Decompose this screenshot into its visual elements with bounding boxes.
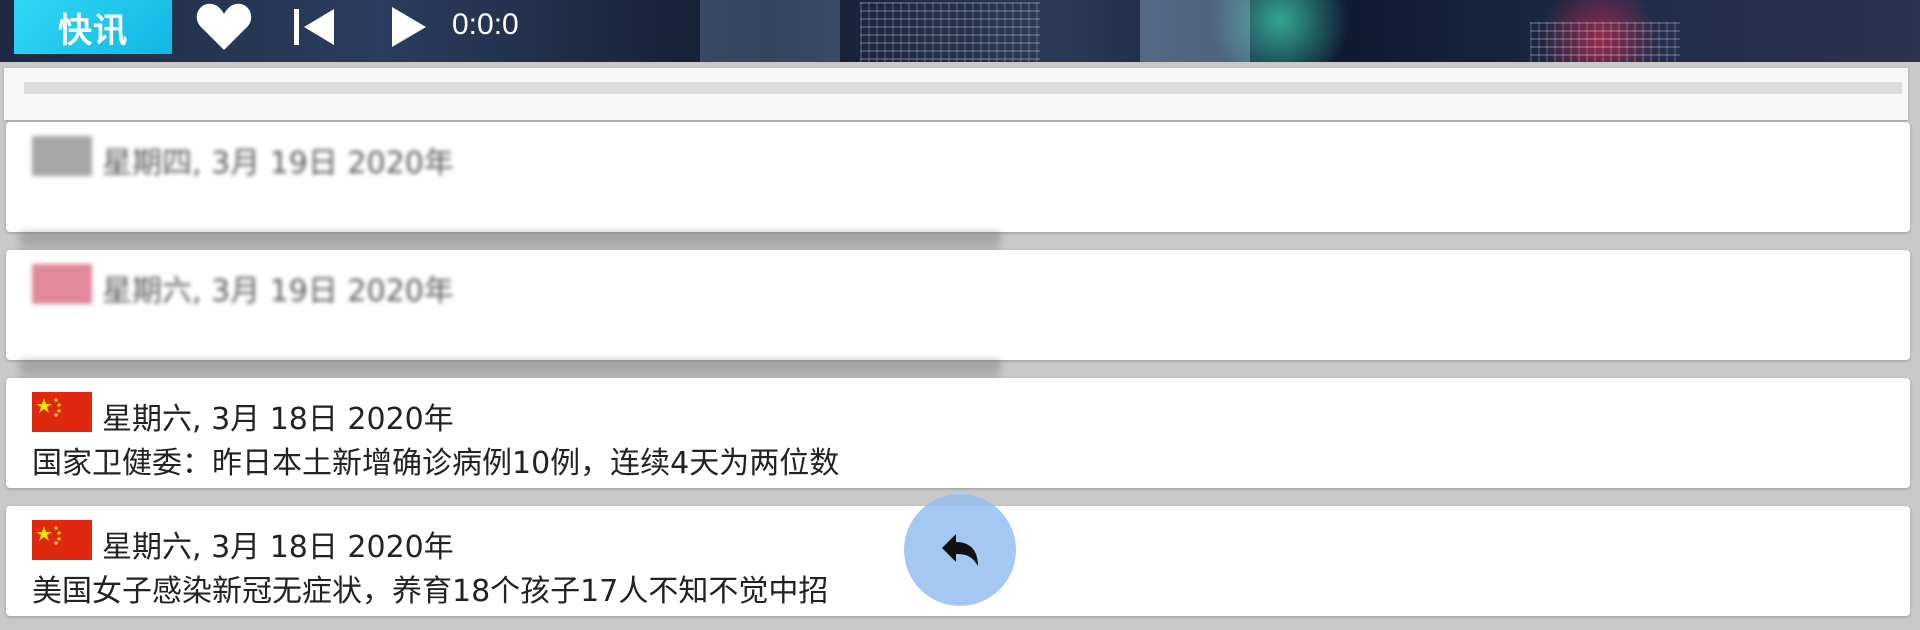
background-windows [860,2,1040,62]
skip-previous-icon[interactable] [292,2,336,52]
news-item[interactable]: 星期四, 3月 19日 2020年 [6,122,1910,232]
time-display: 0:0:0 [452,8,519,41]
top-bar: 快讯 0:0:0 [0,0,1920,62]
progress-bar[interactable] [24,82,1902,94]
news-item[interactable]: 星期六, 3月 18日 2020年 国家卫健委：昨日本土新增确诊病例10例，连续… [6,378,1910,488]
progress-panel [4,68,1908,120]
app-logo[interactable]: 快讯 [14,0,172,54]
reply-icon [942,534,978,566]
play-icon[interactable] [388,2,428,52]
news-date: 星期四, 3月 19日 2020年 [102,146,454,181]
news-date: 星期六, 3月 18日 2020年 [102,530,454,565]
flag-icon [32,264,92,304]
background-building [1140,0,1250,62]
background-windows [1530,22,1680,62]
news-headline: 美国女子感染新冠无症状，养育18个孩子17人不知不觉中招 [32,574,829,609]
background-building [700,0,840,62]
news-item[interactable]: 星期六, 3月 19日 2020年 [6,250,1910,360]
heart-icon[interactable] [194,2,254,52]
news-date: 星期六, 3月 18日 2020年 [102,402,454,437]
china-flag-icon [32,136,92,176]
news-headline: 国家卫健委：昨日本土新增确诊病例10例，连续4天为两位数 [32,446,840,481]
china-flag-icon [32,392,92,432]
news-date: 星期六, 3月 19日 2020年 [102,274,454,309]
china-flag-icon [32,520,92,560]
reply-button[interactable] [904,494,1016,606]
